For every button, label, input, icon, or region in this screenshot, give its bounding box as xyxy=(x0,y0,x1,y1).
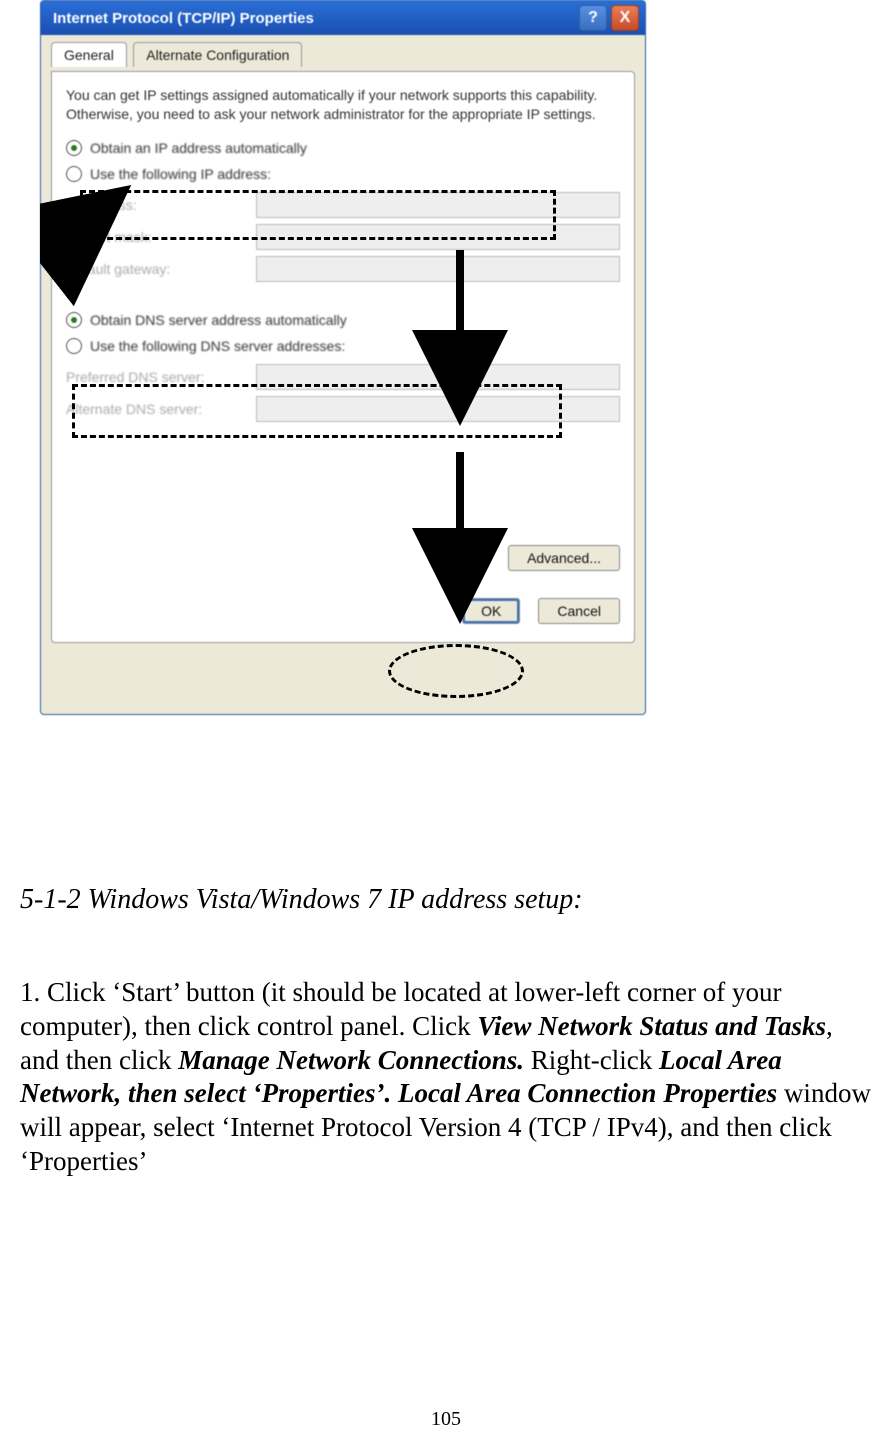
instruction-paragraph: 1. Click ‘Start’ button (it should be lo… xyxy=(20,976,872,1179)
radio-label: Use the following DNS server addresses: xyxy=(90,338,345,354)
intro-text: You can get IP settings assigned automat… xyxy=(66,86,620,124)
default-gateway-input[interactable] xyxy=(256,256,620,282)
panel-general: You can get IP settings assigned automat… xyxy=(51,71,635,643)
close-icon: X xyxy=(620,9,631,27)
advanced-button[interactable]: Advanced... xyxy=(508,545,620,571)
help-button[interactable]: ? xyxy=(579,5,607,31)
field-default-gateway: Default gateway: xyxy=(66,256,620,282)
field-preferred-dns: Preferred DNS server: xyxy=(66,364,620,390)
emphasized-text: View Network Status and Tasks xyxy=(477,1011,826,1041)
tab-strip: General Alternate Configuration xyxy=(41,35,645,71)
tab-alternate-configuration[interactable]: Alternate Configuration xyxy=(133,42,302,67)
radio-icon xyxy=(66,338,82,354)
radio-label: Use the following IP address: xyxy=(90,166,271,182)
bottom-buttons: OK Cancel xyxy=(462,598,620,624)
text-run: Right-click xyxy=(524,1045,659,1075)
radio-icon xyxy=(66,140,82,156)
radio-label: Obtain an IP address automatically xyxy=(90,140,307,156)
radio-icon xyxy=(66,312,82,328)
radio-icon xyxy=(66,166,82,182)
cancel-button[interactable]: Cancel xyxy=(538,598,620,624)
emphasized-text: Manage Network Connections. xyxy=(178,1045,524,1075)
ok-button[interactable]: OK xyxy=(462,598,520,624)
section-heading: 5-1-2 Windows Vista/Windows 7 IP address… xyxy=(20,884,583,916)
radio-label: Obtain DNS server address automatically xyxy=(90,312,347,328)
help-icon: ? xyxy=(588,9,598,27)
field-ip-address: IP address: xyxy=(66,192,620,218)
subnet-mask-input[interactable] xyxy=(256,224,620,250)
titlebar-buttons: ? X xyxy=(579,5,639,31)
ip-address-input[interactable] xyxy=(256,192,620,218)
radio-use-following-dns[interactable]: Use the following DNS server addresses: xyxy=(66,338,620,354)
preferred-dns-input[interactable] xyxy=(256,364,620,390)
titlebar: Internet Protocol (TCP/IP) Properties ? … xyxy=(41,1,645,35)
window-title: Internet Protocol (TCP/IP) Properties xyxy=(47,10,314,27)
radio-obtain-dns-auto[interactable]: Obtain DNS server address automatically xyxy=(66,312,620,328)
radio-obtain-ip-auto[interactable]: Obtain an IP address automatically xyxy=(66,140,620,156)
tcpip-properties-dialog: Internet Protocol (TCP/IP) Properties ? … xyxy=(40,0,646,715)
field-alternate-dns: Alternate DNS server: xyxy=(66,396,620,422)
alternate-dns-input[interactable] xyxy=(256,396,620,422)
tab-general[interactable]: General xyxy=(51,42,127,67)
advanced-row: Advanced... xyxy=(508,550,620,566)
radio-use-following-ip[interactable]: Use the following IP address: xyxy=(66,166,620,182)
field-subnet-mask: Subnet mask: xyxy=(66,224,620,250)
close-button[interactable]: X xyxy=(611,5,639,31)
page-number: 105 xyxy=(0,1408,892,1431)
